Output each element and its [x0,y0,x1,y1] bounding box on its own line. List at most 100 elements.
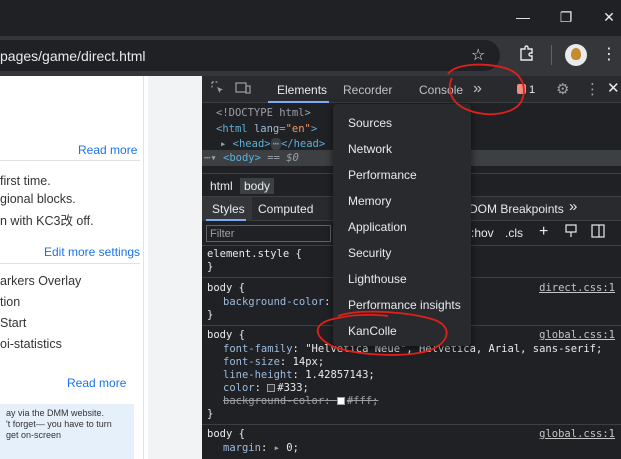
css-property: color [223,382,255,394]
css-value: 0; [286,442,299,454]
css-property: font-size [223,356,280,368]
browser-toolbar: pages/game/direct.html ☆ ⋮ [0,36,621,76]
menu-item-kancolle[interactable]: KanColle [348,324,397,338]
css-value: 14px; [292,356,325,368]
address-url[interactable]: pages/game/direct.html [0,48,146,64]
device-toolbar-icon[interactable] [235,81,251,98]
css-property: background-color [223,395,325,407]
css-value: 1.42857143; [305,369,375,381]
css-property: margin [223,442,261,454]
info-line: n with KC3改 off. [0,214,94,228]
class-toggle[interactable]: .cls [505,226,523,240]
source-link-direct-css[interactable]: direct.css:1 [539,282,615,294]
devtools-menu-icon[interactable]: ⋮ [585,80,600,98]
breadcrumb-html[interactable]: html [206,178,237,194]
divider [0,263,140,264]
computed-sidebar-icon[interactable] [591,224,605,241]
callout-line: 't forget— you have to turn [6,419,112,429]
breadcrumb-body[interactable]: body [240,178,275,194]
read-more-link-1[interactable]: Read more [78,143,137,157]
extensions-icon[interactable] [516,44,538,66]
element-style-rule[interactable]: element.style { [207,248,302,260]
menu-item-security[interactable]: Security [348,246,391,260]
hover-state-toggle[interactable]: :hov [471,226,494,240]
html-lang-attr: lang [253,123,280,135]
edit-settings-link[interactable]: Edit more settings [44,245,140,259]
html-node[interactable]: <html lang="en"> [216,123,317,135]
read-more-link-2[interactable]: Read more [67,376,126,390]
css-declaration[interactable]: background-color: [223,296,330,308]
styles-filter-input[interactable] [206,225,331,242]
css-property: line-height [223,369,293,381]
element-state-icon[interactable] [564,224,578,241]
menu-item-lighthouse[interactable]: Lighthouse [348,272,407,286]
menu-item-network[interactable]: Network [348,142,392,156]
option-line: oi-statistics [0,337,62,351]
doctype-node[interactable]: <!DOCTYPE html> [216,107,311,119]
color-swatch[interactable] [267,384,276,392]
toolbar-divider [551,45,552,65]
css-value: #fff; [346,395,379,407]
css-declaration[interactable]: color: #333; [223,382,309,394]
tab-styles[interactable]: Styles [212,202,245,216]
rule-close: } [207,261,214,273]
info-line: gional blocks. [0,192,76,206]
new-style-rule-icon[interactable]: + [539,223,548,241]
body-rule-selector[interactable]: body { [207,329,245,341]
rule-close: } [207,309,214,321]
css-declaration[interactable]: margin: ▸ 0; [223,442,299,454]
web-page: Read more first time. gional blocks. n w… [0,76,202,459]
menu-item-application[interactable]: Application [348,220,407,234]
menu-item-memory[interactable]: Memory [348,194,391,208]
info-callout: ay via the DMM website. 't forget— you h… [0,404,134,459]
page-background [148,76,202,459]
menu-item-performance[interactable]: Performance [348,168,417,182]
color-swatch[interactable] [336,397,345,405]
tab-elements[interactable]: Elements [277,83,327,97]
callout-line: ay via the DMM website. [6,408,105,418]
css-value: #333; [277,382,309,394]
divider [0,160,140,161]
profile-avatar[interactable] [565,44,587,66]
head-tag: head [238,138,265,150]
inspect-element-icon[interactable] [211,81,225,98]
body-tag: body [229,152,255,164]
info-line: first time. [0,174,51,188]
menu-item-sources[interactable]: Sources [348,116,392,130]
tab-recorder[interactable]: Recorder [343,83,392,97]
issues-badge-icon[interactable] [517,84,526,94]
more-subtabs-button[interactable]: » [569,198,577,215]
option-line: tion [0,295,21,309]
more-tabs-menu: Sources Network Performance Memory Appli… [333,104,471,346]
body-node[interactable]: ⋯▾ <body> == $0 [204,152,299,164]
close-devtools-icon[interactable]: ✕ [607,79,620,97]
css-property: background-color [223,296,325,308]
option-line: arkers Overlay [0,274,82,288]
css-declaration[interactable]: line-height: 1.42857143; [223,369,375,381]
tab-console[interactable]: Console [419,83,463,97]
settings-panel: Read more first time. gional blocks. n w… [0,76,144,459]
more-tabs-button[interactable]: » [473,80,482,98]
bookmark-star-icon[interactable]: ☆ [471,45,485,65]
close-window-icon[interactable]: ✕ [596,6,621,28]
css-declaration[interactable]: font-size: 14px; [223,356,324,368]
tab-computed[interactable]: Computed [258,202,313,216]
body-rule-selector[interactable]: body { [207,282,245,294]
html-tag: html [222,123,248,135]
browser-menu-icon[interactable]: ⋮ [601,44,617,64]
head-node[interactable]: ▸ <head> ⋯ </head> [220,138,325,150]
issues-count[interactable]: 1 [529,84,535,96]
css-declaration-overridden[interactable]: background-color: #fff; [223,395,378,407]
tab-dom-breakpoints[interactable]: DOM Breakpoints [469,202,564,216]
source-link-global-css[interactable]: global.css:1 [539,428,615,440]
minimize-icon[interactable]: — [510,6,536,28]
css-property: font-family [223,343,293,355]
html-lang-value: "en" [285,123,311,135]
source-link-global-css[interactable]: global.css:1 [539,329,615,341]
menu-item-performance-insights[interactable]: Performance insights [348,298,461,312]
rule-close: } [207,408,214,420]
settings-gear-icon[interactable]: ⚙ [556,80,569,98]
title-bar: — ❐ ✕ [0,0,621,36]
body-rule-selector[interactable]: body { [207,428,245,440]
restore-icon[interactable]: ❐ [553,6,579,28]
